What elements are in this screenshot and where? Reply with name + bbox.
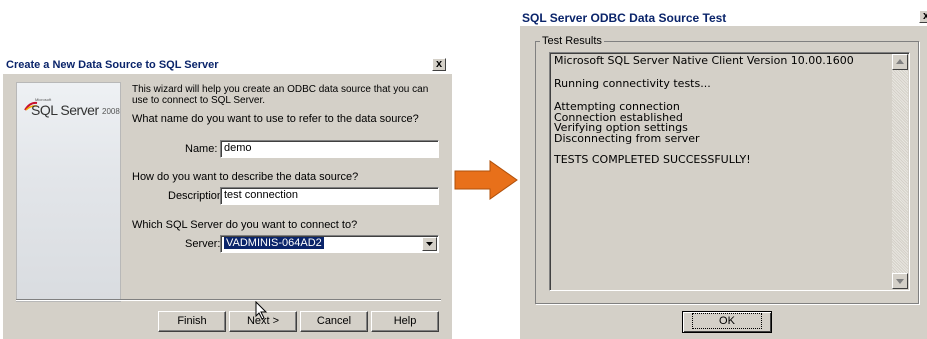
result-line: Disconnecting from server: [554, 131, 700, 145]
ok-button-label: OK: [692, 313, 762, 329]
dialog-title-bar[interactable]: SQL Server ODBC Data Source Test x: [520, 8, 927, 26]
result-line: TESTS COMPLETED SUCCESSFULLY!: [554, 153, 751, 166]
scroll-up-icon[interactable]: [892, 54, 908, 70]
result-line: Microsoft SQL Server Native Client Versi…: [554, 54, 854, 67]
arrow-right-icon: [454, 160, 518, 200]
result-line: Running connectivity tests...: [554, 77, 711, 90]
sql-server-logo-panel: Microsoft SQL Server 2008: [16, 82, 121, 302]
data-source-test-dialog: SQL Server ODBC Data Source Test x Test …: [520, 8, 927, 339]
name-label: Name:: [185, 143, 218, 155]
dialog-title-bar[interactable]: Create a New Data Source to SQL Server x: [3, 56, 452, 74]
name-field[interactable]: demo: [220, 140, 439, 158]
description-label: Description:: [168, 190, 227, 202]
server-value: VADMINIS-064AD2: [224, 237, 324, 249]
help-button[interactable]: Help: [371, 311, 439, 332]
vertical-scrollbar[interactable]: [892, 54, 908, 289]
test-results-box[interactable]: Microsoft SQL Server Native Client Versi…: [549, 52, 910, 291]
description-question: How do you want to describe the data sou…: [132, 171, 359, 183]
scroll-down-icon[interactable]: [892, 273, 908, 289]
ok-button[interactable]: OK: [682, 311, 772, 333]
create-data-source-dialog: Create a New Data Source to SQL Server x…: [3, 56, 452, 339]
results-text: Microsoft SQL Server Native Client Versi…: [554, 54, 879, 166]
cancel-button[interactable]: Cancel: [300, 311, 368, 332]
server-label: Server:: [185, 238, 221, 250]
dialog-title: Create a New Data Source to SQL Server: [6, 59, 219, 71]
name-question: What name do you want to use to refer to…: [132, 113, 419, 125]
intro-text: This wizard will help you create an ODBC…: [132, 84, 429, 106]
server-combobox[interactable]: VADMINIS-064AD2: [220, 235, 439, 253]
finish-button[interactable]: Finish: [158, 311, 226, 332]
server-question: Which SQL Server do you want to connect …: [132, 219, 358, 231]
test-results-label: Test Results: [540, 35, 604, 47]
close-icon[interactable]: x: [919, 10, 927, 23]
close-icon[interactable]: x: [432, 58, 446, 71]
sql-server-logo: Microsoft SQL Server 2008: [23, 97, 121, 121]
chevron-down-icon[interactable]: [422, 237, 437, 251]
description-field[interactable]: test connection: [220, 187, 439, 205]
mouse-cursor-icon: [255, 301, 268, 320]
logo-sql-server-text: SQL Server: [31, 102, 99, 118]
separator: [16, 299, 441, 301]
logo-year-text: 2008: [102, 107, 120, 116]
dialog-title: SQL Server ODBC Data Source Test: [522, 11, 727, 25]
